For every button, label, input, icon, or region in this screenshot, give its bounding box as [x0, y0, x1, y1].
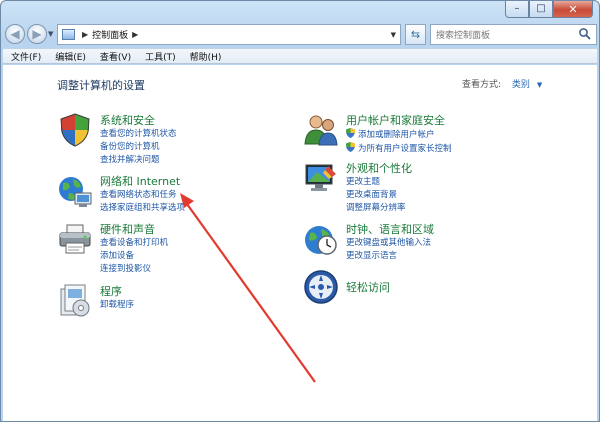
- refresh-icon: ⇆: [410, 28, 421, 41]
- link-change-theme[interactable]: 更改主题: [346, 176, 516, 189]
- breadcrumb-control-panel[interactable]: 控制面板: [92, 28, 128, 41]
- close-button[interactable]: ✕: [553, 1, 593, 18]
- main-content: 调整计算机的设置 查看方式: 类别 ▼ 系统和安全 查看您的计算机状态 备份您的…: [3, 65, 597, 421]
- menu-view[interactable]: 查看(V): [100, 50, 131, 63]
- search-input[interactable]: 搜索控制面板: [430, 24, 597, 45]
- ease-of-access-icon[interactable]: [303, 269, 339, 305]
- category-title[interactable]: 外观和个性化: [346, 160, 412, 176]
- forward-arrow-icon: ▶: [32, 27, 42, 41]
- search-placeholder: 搜索控制面板: [436, 31, 491, 41]
- address-toolbar: ◀ ▶ ▼ ▶ 控制面板 ▶ ▼ ⇆ 搜索控制面板: [5, 21, 597, 47]
- page-title: 调整计算机的设置: [57, 79, 145, 92]
- breadcrumb-chevron-icon[interactable]: ▶: [82, 30, 88, 39]
- category-title[interactable]: 时钟、语言和区域: [346, 221, 434, 237]
- link-adjust-resolution[interactable]: 调整屏幕分辨率: [346, 202, 516, 215]
- link-find-fix-problems[interactable]: 查找并解决问题: [100, 154, 270, 167]
- control-panel-window: – □ ✕ ◀ ▶ ▼ ▶ 控制面板 ▶ ▼ ⇆ 搜索控制面板 文件(F) 编辑…: [0, 0, 600, 422]
- maximize-button[interactable]: □: [529, 1, 553, 18]
- link-uninstall-program[interactable]: 卸载程序: [100, 299, 270, 312]
- menu-edit[interactable]: 编辑(E): [55, 50, 86, 63]
- minimize-button[interactable]: –: [505, 1, 529, 18]
- link-change-display-language[interactable]: 更改显示语言: [346, 250, 516, 263]
- control-panel-icon: [62, 29, 75, 40]
- address-field[interactable]: ▶ 控制面板 ▶ ▼: [57, 24, 401, 45]
- shield-icon[interactable]: [57, 112, 93, 148]
- link-view-network-status[interactable]: 查看网络状态和任务: [100, 189, 270, 202]
- link-view-computer-status[interactable]: 查看您的计算机状态: [100, 128, 270, 141]
- category-title[interactable]: 网络和 Internet: [100, 173, 180, 189]
- address-dropdown-icon[interactable]: ▼: [391, 31, 396, 39]
- monitor-icon[interactable]: [303, 160, 339, 196]
- menu-bar: 文件(F) 编辑(E) 查看(V) 工具(T) 帮助(H): [3, 48, 597, 64]
- view-by-dropdown-icon[interactable]: ▼: [537, 81, 542, 89]
- category-title[interactable]: 系统和安全: [100, 112, 155, 128]
- network-globe-icon[interactable]: [57, 173, 93, 209]
- category-title[interactable]: 程序: [100, 283, 122, 299]
- uac-shield-icon: [346, 142, 355, 152]
- view-by-selector[interactable]: 类别: [512, 80, 530, 90]
- back-button[interactable]: ◀: [5, 24, 25, 44]
- link-homegroup-sharing[interactable]: 选择家庭组和共享选项: [100, 202, 270, 215]
- link-change-keyboard-input[interactable]: 更改键盘或其他输入法: [346, 237, 516, 250]
- link-connect-projector[interactable]: 连接到投影仪: [100, 263, 270, 276]
- caption-buttons: – □ ✕: [505, 1, 593, 18]
- link-change-desktop-background[interactable]: 更改桌面背景: [346, 189, 516, 202]
- link-add-remove-accounts[interactable]: 添加或删除用户帐户: [346, 128, 516, 142]
- users-icon[interactable]: [303, 112, 339, 148]
- category-title[interactable]: 轻松访问: [346, 279, 390, 295]
- link-devices-printers[interactable]: 查看设备和打印机: [100, 237, 270, 250]
- category-title[interactable]: 用户帐户和家庭安全: [346, 112, 445, 128]
- menu-tools[interactable]: 工具(T): [145, 50, 176, 63]
- forward-button[interactable]: ▶: [27, 24, 47, 44]
- category-title[interactable]: 硬件和声音: [100, 221, 155, 237]
- menu-file[interactable]: 文件(F): [11, 50, 41, 63]
- link-label: 添加或删除用户帐户: [358, 130, 435, 140]
- link-label: 为所有用户设置家长控制: [358, 144, 452, 154]
- programs-icon[interactable]: [57, 283, 93, 319]
- view-by-label: 查看方式:: [462, 80, 502, 90]
- printer-icon[interactable]: [57, 221, 93, 257]
- refresh-button[interactable]: ⇆: [405, 24, 426, 45]
- breadcrumb-chevron-icon[interactable]: ▶: [132, 30, 138, 39]
- search-icon[interactable]: [578, 27, 592, 41]
- link-parental-controls[interactable]: 为所有用户设置家长控制: [346, 142, 516, 156]
- link-backup-computer[interactable]: 备份您的计算机: [100, 141, 270, 154]
- back-arrow-icon: ◀: [10, 27, 20, 41]
- link-add-device[interactable]: 添加设备: [100, 250, 270, 263]
- menu-help[interactable]: 帮助(H): [190, 50, 222, 63]
- clock-globe-icon[interactable]: [303, 221, 339, 257]
- uac-shield-icon: [346, 128, 355, 138]
- view-by: 查看方式: 类别 ▼: [462, 77, 542, 90]
